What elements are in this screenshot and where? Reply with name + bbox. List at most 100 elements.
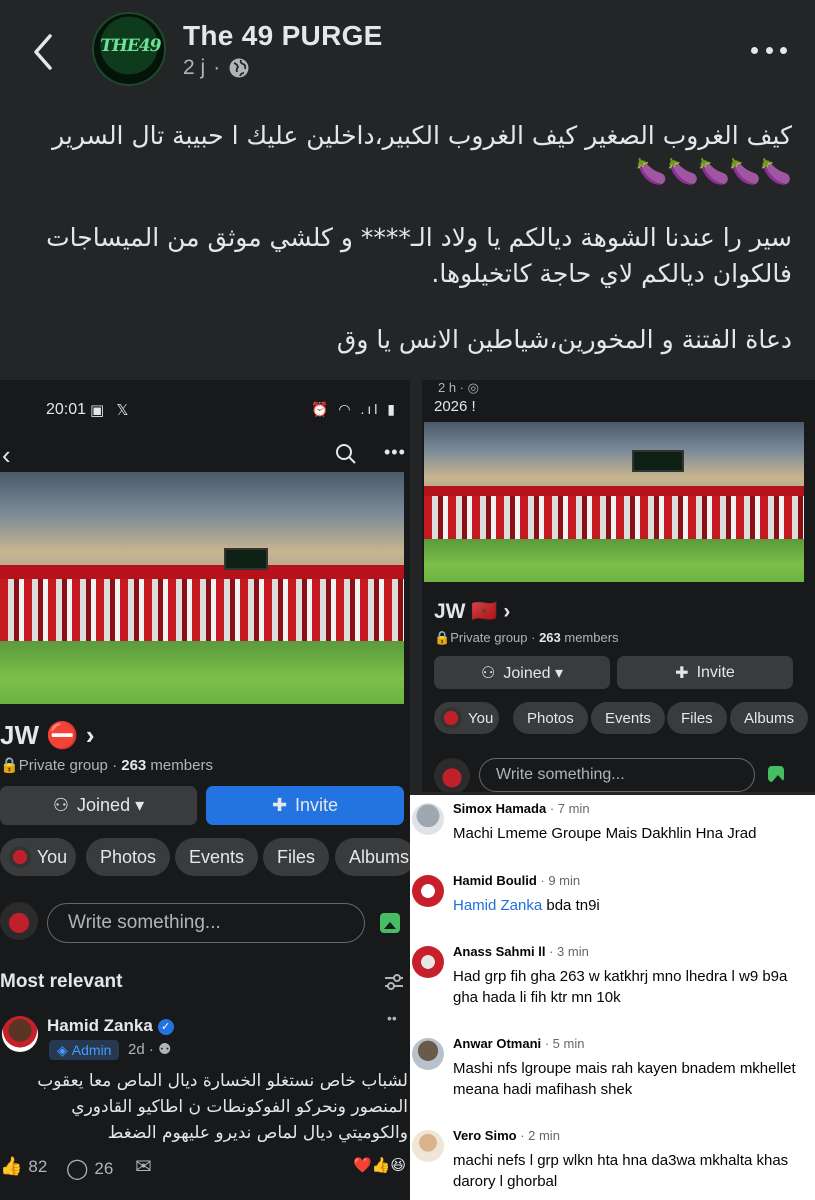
avatar	[440, 707, 462, 729]
dot-icon	[751, 46, 758, 54]
post-text: 2026 !	[434, 398, 476, 415]
comment-text: Mashi nfs lgroupe mais rah kayen bnadem …	[453, 1060, 796, 1098]
chip-files[interactable]: Files	[667, 702, 727, 734]
more-options-button[interactable]	[751, 40, 787, 60]
chip-events[interactable]: Events	[175, 838, 259, 876]
filter-icon[interactable]	[383, 971, 405, 993]
photo-icon[interactable]	[380, 913, 400, 933]
joined-label: Joined ▾	[77, 795, 145, 815]
chip-you[interactable]: You	[0, 838, 76, 876]
status-system-icons: ⏰ ◠ .ıl ▮	[311, 401, 398, 417]
comment-author-name: Hamid Boulid	[453, 873, 537, 888]
comment-text: Had grp fih gha 263 w katkhrj mno lhedra…	[453, 968, 788, 1006]
post-meta: 2 h · ◎	[438, 380, 479, 395]
like-count[interactable]: 👍 82	[0, 1156, 47, 1177]
members-icon: ⚇	[481, 664, 496, 682]
chip-files[interactable]: Files	[263, 838, 330, 876]
chip-label: Events	[189, 846, 245, 867]
comment-item: Simox Hamada · 7 min Machi Lmeme Groupe …	[410, 795, 815, 867]
chip-label: Photos	[527, 709, 574, 727]
group-info: 🔒Private group · 263 members	[0, 757, 213, 774]
reactions-icon[interactable]: ❤️👍😆	[353, 1156, 406, 1174]
chip-albums[interactable]: Albums	[730, 702, 809, 734]
comment-author[interactable]: Anass Sahmi ll · 3 min	[453, 944, 589, 959]
back-button[interactable]	[24, 26, 64, 78]
chip-albums[interactable]: Albums	[335, 838, 410, 876]
chip-events[interactable]: Events	[591, 702, 665, 734]
page-name[interactable]: The 49 PURGE	[183, 20, 383, 52]
invite-label: Invite	[696, 663, 735, 681]
comment-author[interactable]: Hamid Boulid · 9 min	[453, 873, 580, 888]
comment-author-name: Anwar Otmani	[453, 1036, 542, 1051]
comment-author-name: Anass Sahmi ll	[453, 944, 546, 959]
invite-button[interactable]: ✚ Invite	[206, 786, 404, 825]
comment-text: Machi Lmeme Groupe Mais Dakhlin Hna Jrad	[453, 825, 757, 842]
group-cover-photo	[0, 472, 404, 704]
write-something-input[interactable]: Write something...	[47, 903, 365, 943]
avatar[interactable]	[2, 1016, 38, 1052]
joined-label: Joined ▾	[503, 664, 563, 682]
comment-count[interactable]: ◯ 26	[66, 1156, 113, 1181]
screenshot-right[interactable]: 2 h · ◎ 2026 ! JW 🇲🇦 › 🔒Private group · …	[422, 380, 815, 792]
chip-photos[interactable]: Photos	[86, 838, 171, 876]
sort-label[interactable]: Most relevant	[0, 971, 122, 993]
comment-text: machi nefs l grp wlkn hta hna da3wa mkha…	[453, 1152, 789, 1190]
comment-author-name: Vero Simo	[453, 1128, 517, 1143]
admin-badge: ◈ Admin	[49, 1040, 120, 1060]
verified-badge-icon: ✓	[157, 1018, 174, 1035]
comment-bubble-icon: ◯	[66, 1158, 89, 1180]
messenger-icon[interactable]: ✉	[135, 1154, 152, 1179]
screenshot-left[interactable]: 20:01 ▣ 𝕏 ⏰ ◠ .ıl ▮ ‹ ••• JW ⛔ › 🔒Privat…	[0, 380, 410, 1200]
post-line-1: كيف الغروب الصغير كيف الغروب الكبير،داخل…	[52, 121, 792, 186]
chip-label: Albums	[744, 709, 795, 727]
chip-you[interactable]: You	[434, 702, 500, 734]
group-privacy: Private group ·	[18, 757, 122, 774]
status-notification-icons: ▣ 𝕏	[90, 402, 133, 419]
group-name[interactable]: JW 🇲🇦 ›	[434, 600, 510, 624]
search-icon[interactable]	[335, 443, 357, 465]
more-icon[interactable]: ••	[387, 1010, 397, 1026]
chip-label: You	[468, 709, 494, 727]
group-cover-photo	[424, 422, 804, 582]
group-privacy: Private group ·	[450, 630, 540, 645]
chevron-left-icon[interactable]: ‹	[2, 440, 11, 471]
photo-icon[interactable]	[768, 766, 784, 782]
post-line-2: سير را عندنا الشوهة ديالكم يا ولاد الـ**…	[46, 223, 792, 288]
avatar[interactable]	[412, 1130, 444, 1162]
group-name[interactable]: JW ⛔ ›	[0, 720, 94, 751]
post-author[interactable]: Hamid Zanka ✓	[47, 1016, 174, 1036]
avatar[interactable]	[412, 946, 444, 978]
comment-time: · 7 min	[546, 801, 590, 816]
avatar[interactable]	[412, 1038, 444, 1070]
comments-screenshot: Simox Hamada · 7 min Machi Lmeme Groupe …	[410, 795, 815, 1200]
comment-author[interactable]: Vero Simo · 2 min	[453, 1128, 560, 1143]
write-something-input[interactable]: Write something...	[479, 758, 755, 792]
dot-icon	[780, 46, 787, 54]
group-members-label: members	[146, 757, 213, 774]
likes-value: 82	[28, 1156, 48, 1176]
avatar[interactable]	[412, 803, 444, 835]
add-person-icon: ✚	[271, 795, 288, 815]
avatar	[0, 902, 38, 940]
group-members-count: 263	[121, 757, 147, 774]
chip-photos[interactable]: Photos	[513, 702, 588, 734]
more-icon[interactable]: •••	[384, 442, 406, 463]
comment-time: · 5 min	[541, 1036, 585, 1051]
comment-author[interactable]: Anwar Otmani · 5 min	[453, 1036, 584, 1051]
page-avatar[interactable]: THE49	[92, 12, 166, 86]
comment-text: Hamid Zanka bda tn9i	[453, 895, 813, 916]
mention-link[interactable]: Hamid Zanka	[453, 897, 542, 914]
comment-time: · 3 min	[545, 944, 589, 959]
comment-item: Anass Sahmi ll · 3 min Had grp fih gha 2…	[410, 938, 815, 1028]
comment-author-name: Simox Hamada	[453, 801, 547, 816]
comment-author[interactable]: Simox Hamada · 7 min	[453, 801, 590, 816]
invite-button[interactable]: ✚ Invite	[617, 656, 793, 689]
joined-button[interactable]: ⚇ Joined ▾	[0, 786, 197, 825]
avatar	[434, 758, 470, 792]
globe-icon	[229, 58, 249, 78]
joined-button[interactable]: ⚇ Joined ▾	[434, 656, 610, 689]
avatar[interactable]	[412, 875, 444, 907]
chip-label: Files	[277, 846, 316, 867]
post-author-name: Hamid Zanka	[47, 1016, 153, 1035]
members-icon: ⚇	[52, 795, 70, 815]
